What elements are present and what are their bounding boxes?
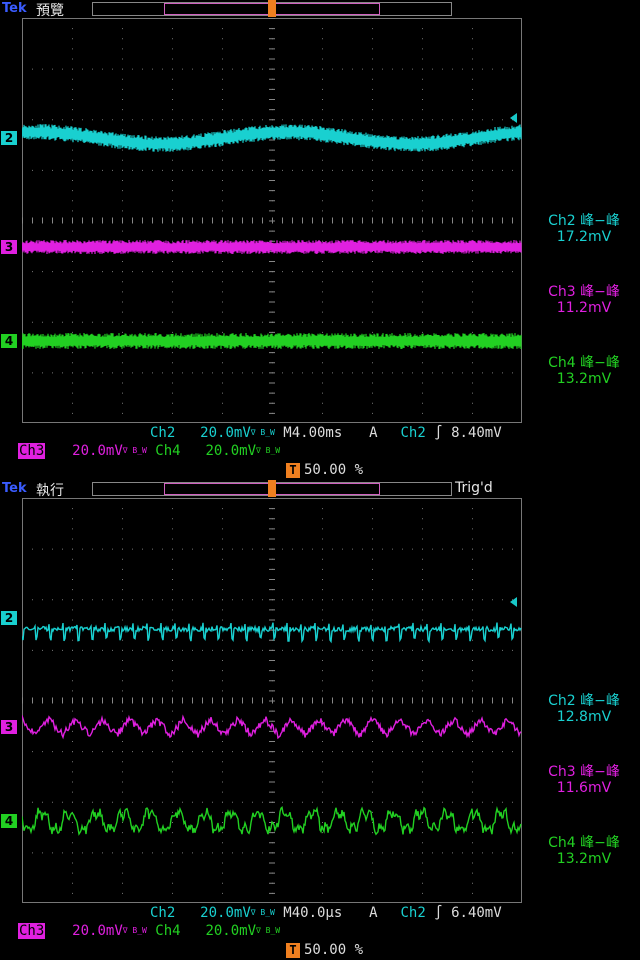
waveform-display[interactable] <box>22 18 522 423</box>
ch3-label[interactable]: Ch3 <box>18 443 46 459</box>
measurement-ch2: Ch2 峰−峰 17.2mV <box>548 213 620 245</box>
measurement-ch3: Ch3 峰−峰 11.2mV <box>548 284 620 316</box>
ch2-marker[interactable]: 2 <box>1 611 17 625</box>
trigger-position[interactable]: T 50.00 % <box>286 941 363 959</box>
waveform-trace <box>22 124 522 152</box>
trigger-position[interactable]: T 50.00 % <box>286 461 363 479</box>
trigger-source[interactable]: Ch2 <box>400 905 425 921</box>
trigger-slope-icon: ∫ <box>434 425 443 441</box>
trigger-source[interactable]: Ch2 <box>400 425 425 441</box>
tek-logo: Tek <box>2 481 27 496</box>
status-row-2: Ch3 20.0mV∇ B_W Ch4 20.0mV∇ B_W <box>18 442 280 460</box>
top-status-bar: Tek 執行 Trig'd <box>0 480 640 499</box>
ch3-marker[interactable]: 3 <box>1 720 17 734</box>
waveforms <box>22 124 522 349</box>
measurement-ch4: Ch4 峰−峰 13.2mV <box>548 355 620 387</box>
ch3-scale[interactable]: 20.0mV <box>72 443 123 459</box>
ch2-label[interactable]: Ch2 <box>150 905 175 921</box>
ch2-label[interactable]: Ch2 <box>150 425 175 441</box>
waveform-trace <box>22 805 522 836</box>
status-row-1: Ch2 20.0mV∇ B_W M40.0µs A Ch2 ∫ 6.40mV <box>150 904 502 922</box>
timebase[interactable]: M4.00ms <box>283 425 342 441</box>
waveforms <box>22 622 522 836</box>
scope-panel-preview: Tek 預覽 T 2 3 4 Ch2 峰−峰 17.2mV Ch3 峰−峰 11… <box>0 0 640 480</box>
waveform-display[interactable] <box>22 498 522 903</box>
trigger-mode: A <box>369 425 378 441</box>
trigger-slope-icon: ∫ <box>434 905 443 921</box>
ch2-scale[interactable]: 20.0mV <box>200 425 251 441</box>
ch2-scale[interactable]: 20.0mV <box>200 905 251 921</box>
ch4-marker[interactable]: 4 <box>1 334 17 348</box>
status-row-1: Ch2 20.0mV∇ B_W M4.00ms A Ch2 ∫ 8.40mV <box>150 424 502 442</box>
measurement-ch4: Ch4 峰−峰 13.2mV <box>548 835 620 867</box>
measurement-ch3: Ch3 峰−峰 11.6mV <box>548 764 620 796</box>
trigger-mode: A <box>369 905 378 921</box>
bw-limit-icon: ∇ B_W <box>250 908 275 917</box>
trigger-t-icon: T <box>286 462 300 478</box>
waveform-trace <box>22 240 522 254</box>
bw-limit-icon: ∇ B_W <box>256 446 281 455</box>
tek-logo: Tek <box>2 1 27 16</box>
ch3-scale[interactable]: 20.0mV <box>72 923 123 939</box>
ch4-label[interactable]: Ch4 <box>155 923 180 939</box>
trigger-position-marker <box>268 480 276 497</box>
bw-limit-icon: ∇ B_W <box>256 926 281 935</box>
ch4-scale[interactable]: 20.0mV <box>205 443 256 459</box>
ch3-label[interactable]: Ch3 <box>18 923 46 939</box>
top-status-bar: Tek 預覽 <box>0 0 640 19</box>
waveform-trace <box>22 622 522 644</box>
trigger-level-icon[interactable] <box>510 597 517 607</box>
trigger-level[interactable]: 6.40mV <box>451 905 502 921</box>
bw-limit-icon: ∇ B_W <box>122 926 147 935</box>
ch4-marker[interactable]: 4 <box>1 814 17 828</box>
ch3-marker[interactable]: 3 <box>1 240 17 254</box>
acquisition-mode: 預覽 <box>36 3 64 19</box>
trigger-level-icon[interactable] <box>510 113 517 123</box>
ch4-label[interactable]: Ch4 <box>155 443 180 459</box>
ch2-marker[interactable]: 2 <box>1 131 17 145</box>
timebase[interactable]: M40.0µs <box>283 905 342 921</box>
scope-panel-run: Tek 執行 Trig'd T 2 3 4 Ch2 峰−峰 12.8mV Ch3… <box>0 480 640 960</box>
bw-limit-icon: ∇ B_W <box>122 446 147 455</box>
trigger-status: Trig'd <box>455 480 493 496</box>
trigger-position-marker <box>268 0 276 17</box>
ch4-scale[interactable]: 20.0mV <box>205 923 256 939</box>
waveform-trace <box>22 714 522 740</box>
trigger-t-icon: T <box>286 942 300 958</box>
measurement-ch2: Ch2 峰−峰 12.8mV <box>548 693 620 725</box>
trigger-level[interactable]: 8.40mV <box>451 425 502 441</box>
status-row-2: Ch3 20.0mV∇ B_W Ch4 20.0mV∇ B_W <box>18 922 280 940</box>
waveform-trace <box>22 333 522 349</box>
bw-limit-icon: ∇ B_W <box>250 428 275 437</box>
acquisition-mode: 執行 <box>36 483 64 499</box>
